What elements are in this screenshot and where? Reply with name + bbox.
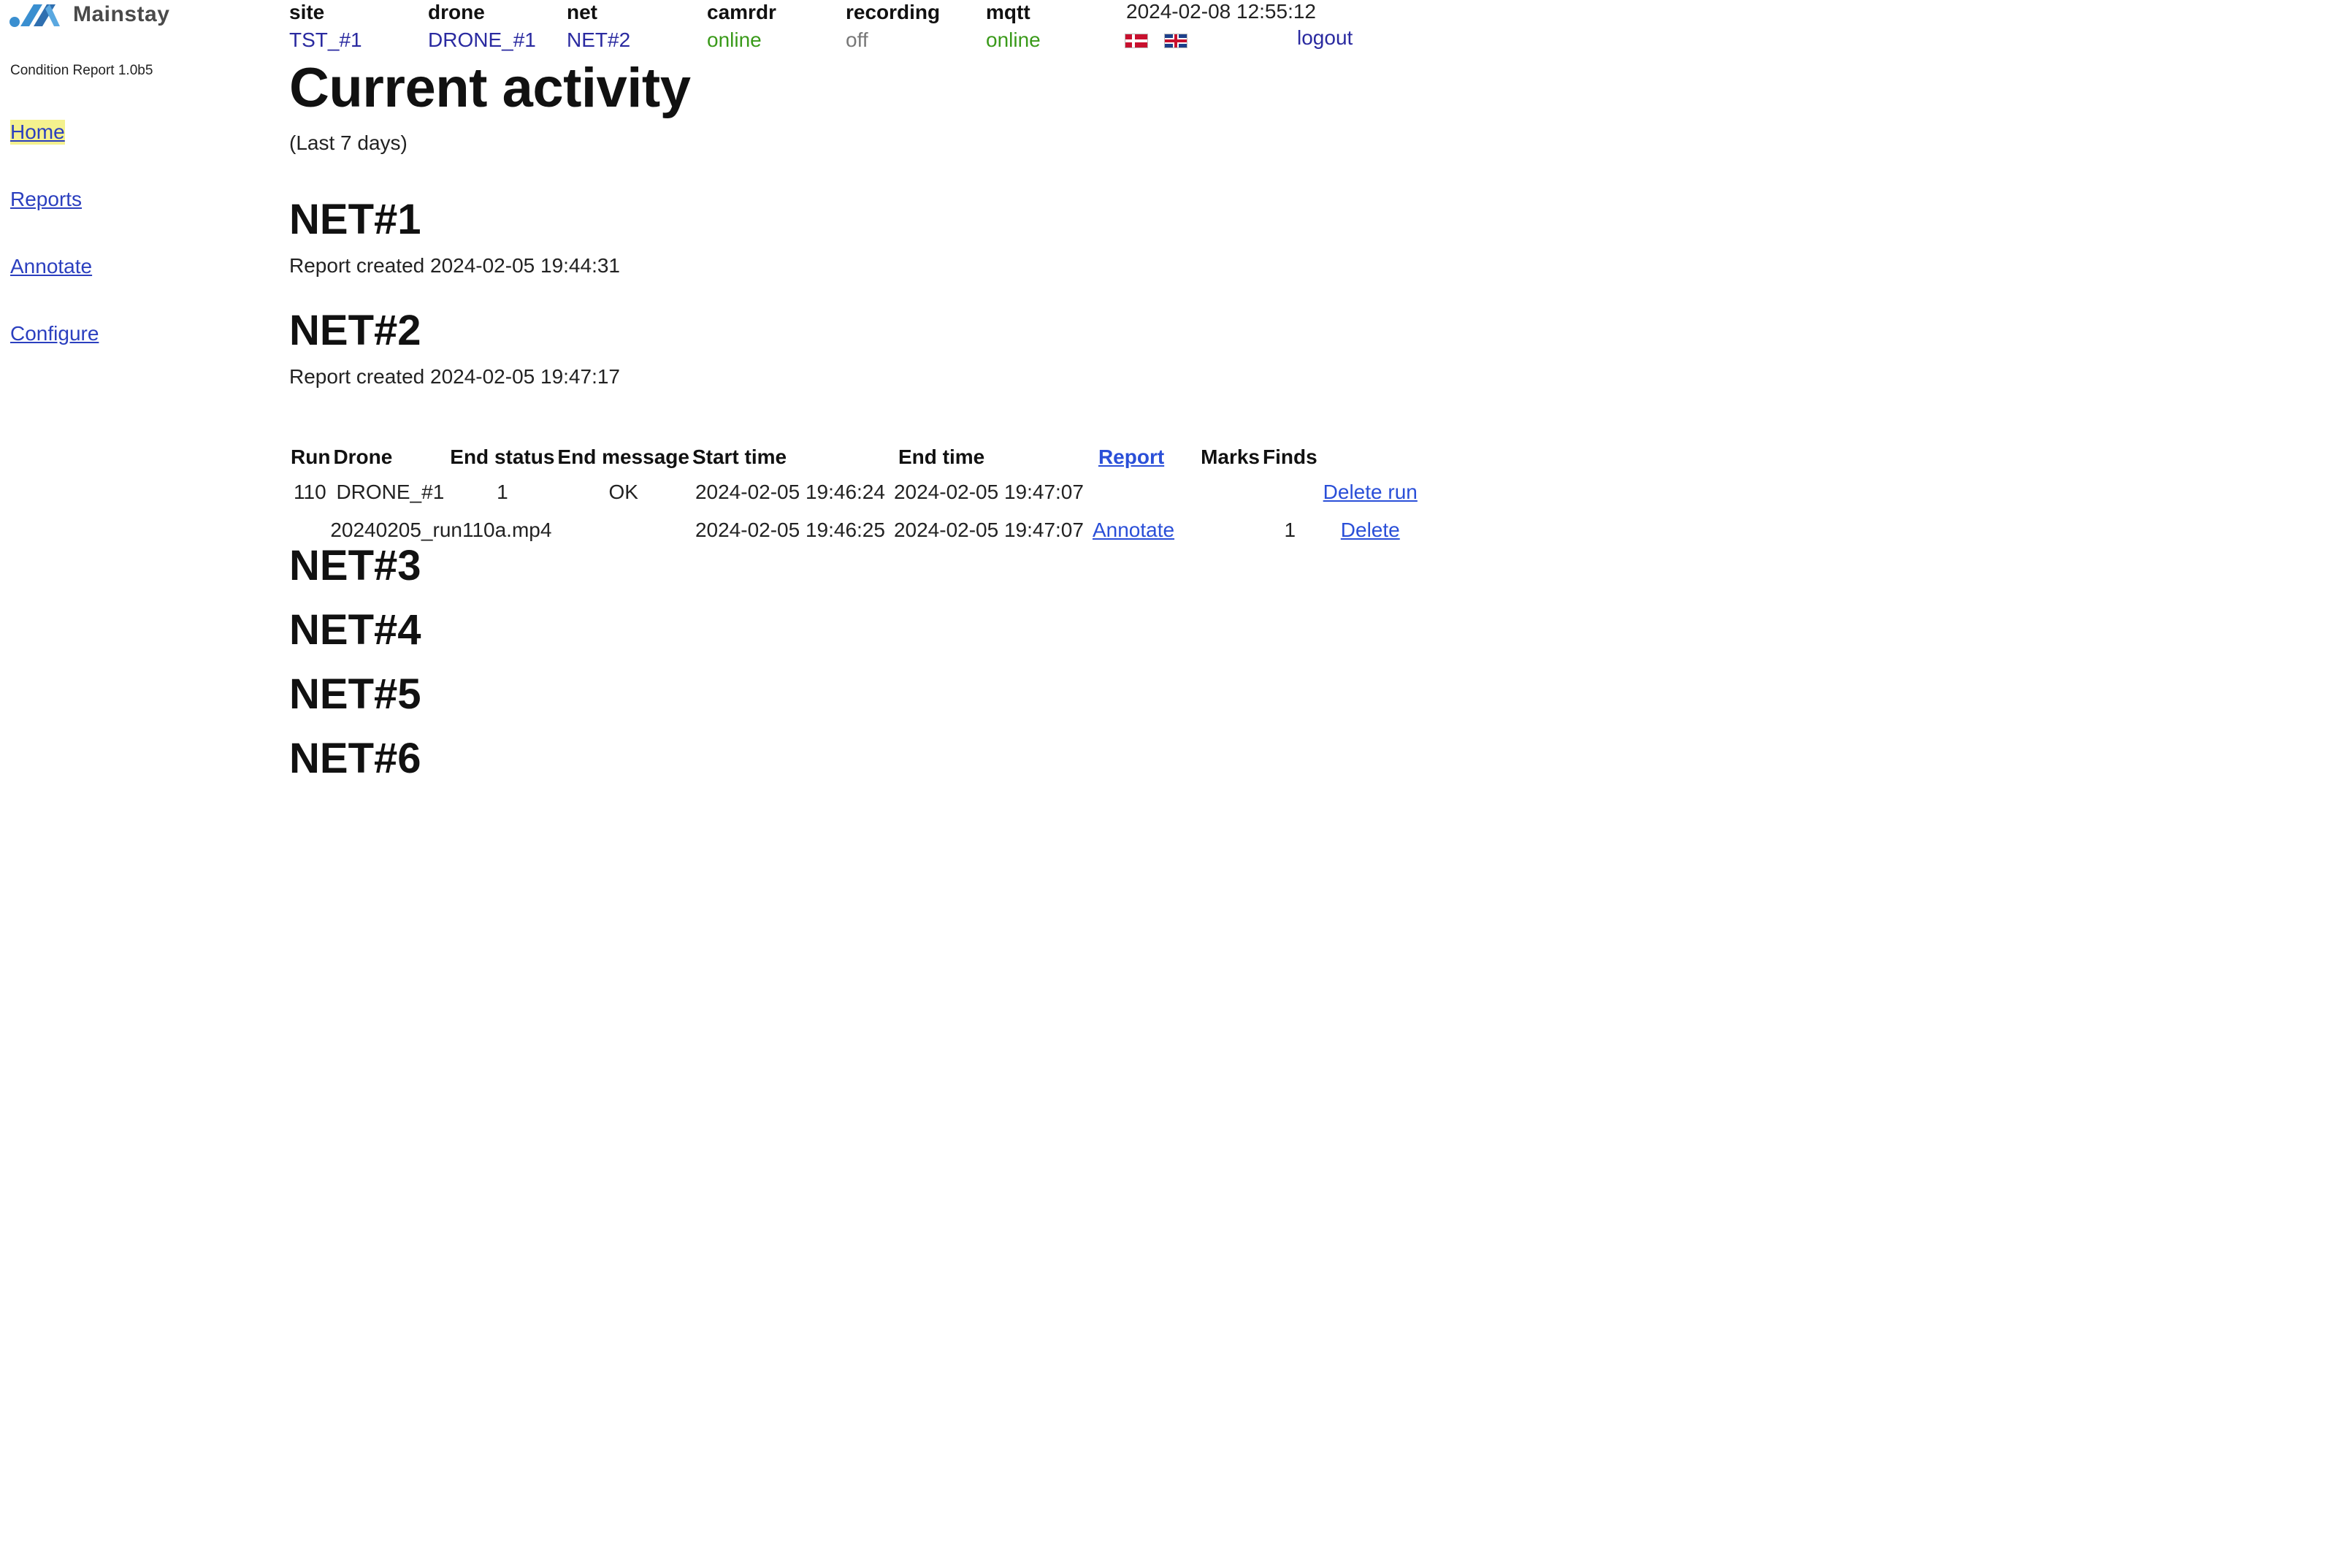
status-net-label: net (567, 1, 597, 23)
status-recording-label: recording (846, 1, 941, 23)
status-drone-value[interactable]: DRONE_#1 (428, 28, 536, 53)
run-end-message: OK (608, 481, 638, 503)
report-created: Report created 2024-02-05 19:47:17 (289, 365, 620, 388)
net-heading: NET#5 (289, 670, 421, 718)
nav-home-link[interactable]: Home (10, 120, 65, 145)
current-datetime: 2024-02-08 12:55:12 (1126, 0, 1316, 23)
delete-file-link[interactable]: Delete (1341, 519, 1400, 541)
col-marks: Marks (1201, 445, 1260, 468)
flag-uk-icon[interactable] (1164, 34, 1187, 48)
table-header-row: Run Drone End status End message Start t… (289, 445, 1422, 475)
nav-reports-link[interactable]: Reports (10, 187, 99, 212)
status-drone-label: drone (428, 1, 485, 23)
col-end-message: End message (557, 445, 689, 468)
flag-norway-icon[interactable] (1125, 34, 1148, 48)
status-recording: recording off (846, 0, 940, 53)
file-actions: Delete (1319, 513, 1422, 551)
status-site-label: site (289, 1, 325, 23)
page-subtitle: (Last 7 days) (289, 131, 408, 154)
table-row: 20240205_run110a.mp4 2024-02-05 19:46:25… (289, 513, 1422, 551)
runs-table: Run Drone End status End message Start t… (289, 445, 1422, 551)
language-switcher (1125, 34, 1187, 48)
col-end-status: End status (450, 445, 555, 468)
net-heading: NET#3 (289, 542, 421, 589)
status-camrdr-label: camrdr (707, 1, 776, 23)
status-camrdr-value: online (707, 28, 762, 51)
delete-run-link[interactable]: Delete run (1323, 481, 1418, 503)
annotate-link[interactable]: Annotate (1093, 519, 1174, 541)
status-site-value[interactable]: TST_#1 (289, 28, 362, 53)
status-net-value[interactable]: NET#2 (567, 28, 630, 53)
col-run: Run (291, 445, 331, 468)
run-id: 110 (294, 481, 326, 503)
logout-link[interactable]: logout (1297, 26, 1353, 50)
main-content: Current activity (Last 7 days) NET#1 Rep… (289, 56, 1677, 782)
app-version: Condition Report 1.0b5 (10, 63, 153, 78)
status-site: site TST_#1 (289, 0, 362, 53)
status-mqtt-label: mqtt (986, 1, 1030, 23)
run-drone: DRONE_#1 (336, 481, 445, 503)
brand-name: Mainstay (73, 2, 170, 26)
run-actions: Delete run (1319, 475, 1422, 513)
sidebar-nav: Home Reports Annotate Configure (10, 120, 99, 389)
col-end-time: End time (898, 445, 985, 468)
col-actions (1319, 445, 1422, 475)
brand-logo[interactable]: Mainstay (9, 0, 169, 29)
table-row: 110 DRONE_#1 1 OK 2024-02-05 19:46:24 20… (289, 475, 1422, 513)
status-camrdr: camrdr online (707, 0, 776, 53)
file-finds: 1 (1284, 519, 1296, 541)
run-end-time: 2024-02-05 19:47:07 (893, 481, 1084, 503)
col-start-time: Start time (692, 445, 787, 468)
status-recording-value: off (846, 28, 868, 51)
nav-annotate-link[interactable]: Annotate (10, 254, 99, 279)
run-start-time: 2024-02-05 19:46:24 (695, 481, 885, 503)
net-heading: NET#1 (289, 196, 421, 243)
net-heading: NET#2 (289, 307, 421, 354)
status-mqtt-value: online (986, 28, 1041, 51)
col-finds: Finds (1263, 445, 1317, 468)
mainstay-logo-icon (9, 4, 60, 27)
nav-configure-link[interactable]: Configure (10, 321, 99, 346)
page-title: Current activity (289, 57, 691, 119)
net-heading: NET#4 (289, 606, 421, 654)
col-report: Report (1088, 445, 1179, 475)
net-heading: NET#6 (289, 735, 421, 782)
status-drone: drone DRONE_#1 (428, 0, 536, 53)
status-mqtt: mqtt online (986, 0, 1041, 53)
report-sort-link[interactable]: Report (1098, 445, 1164, 468)
file-start-time: 2024-02-05 19:46:25 (695, 519, 885, 541)
status-net: net NET#2 (567, 0, 630, 53)
col-drone: Drone (333, 445, 393, 468)
file-end-time: 2024-02-05 19:47:07 (893, 519, 1084, 541)
file-report: Annotate (1088, 513, 1179, 551)
run-end-status: 1 (497, 481, 508, 503)
report-created: Report created 2024-02-05 19:44:31 (289, 254, 620, 277)
